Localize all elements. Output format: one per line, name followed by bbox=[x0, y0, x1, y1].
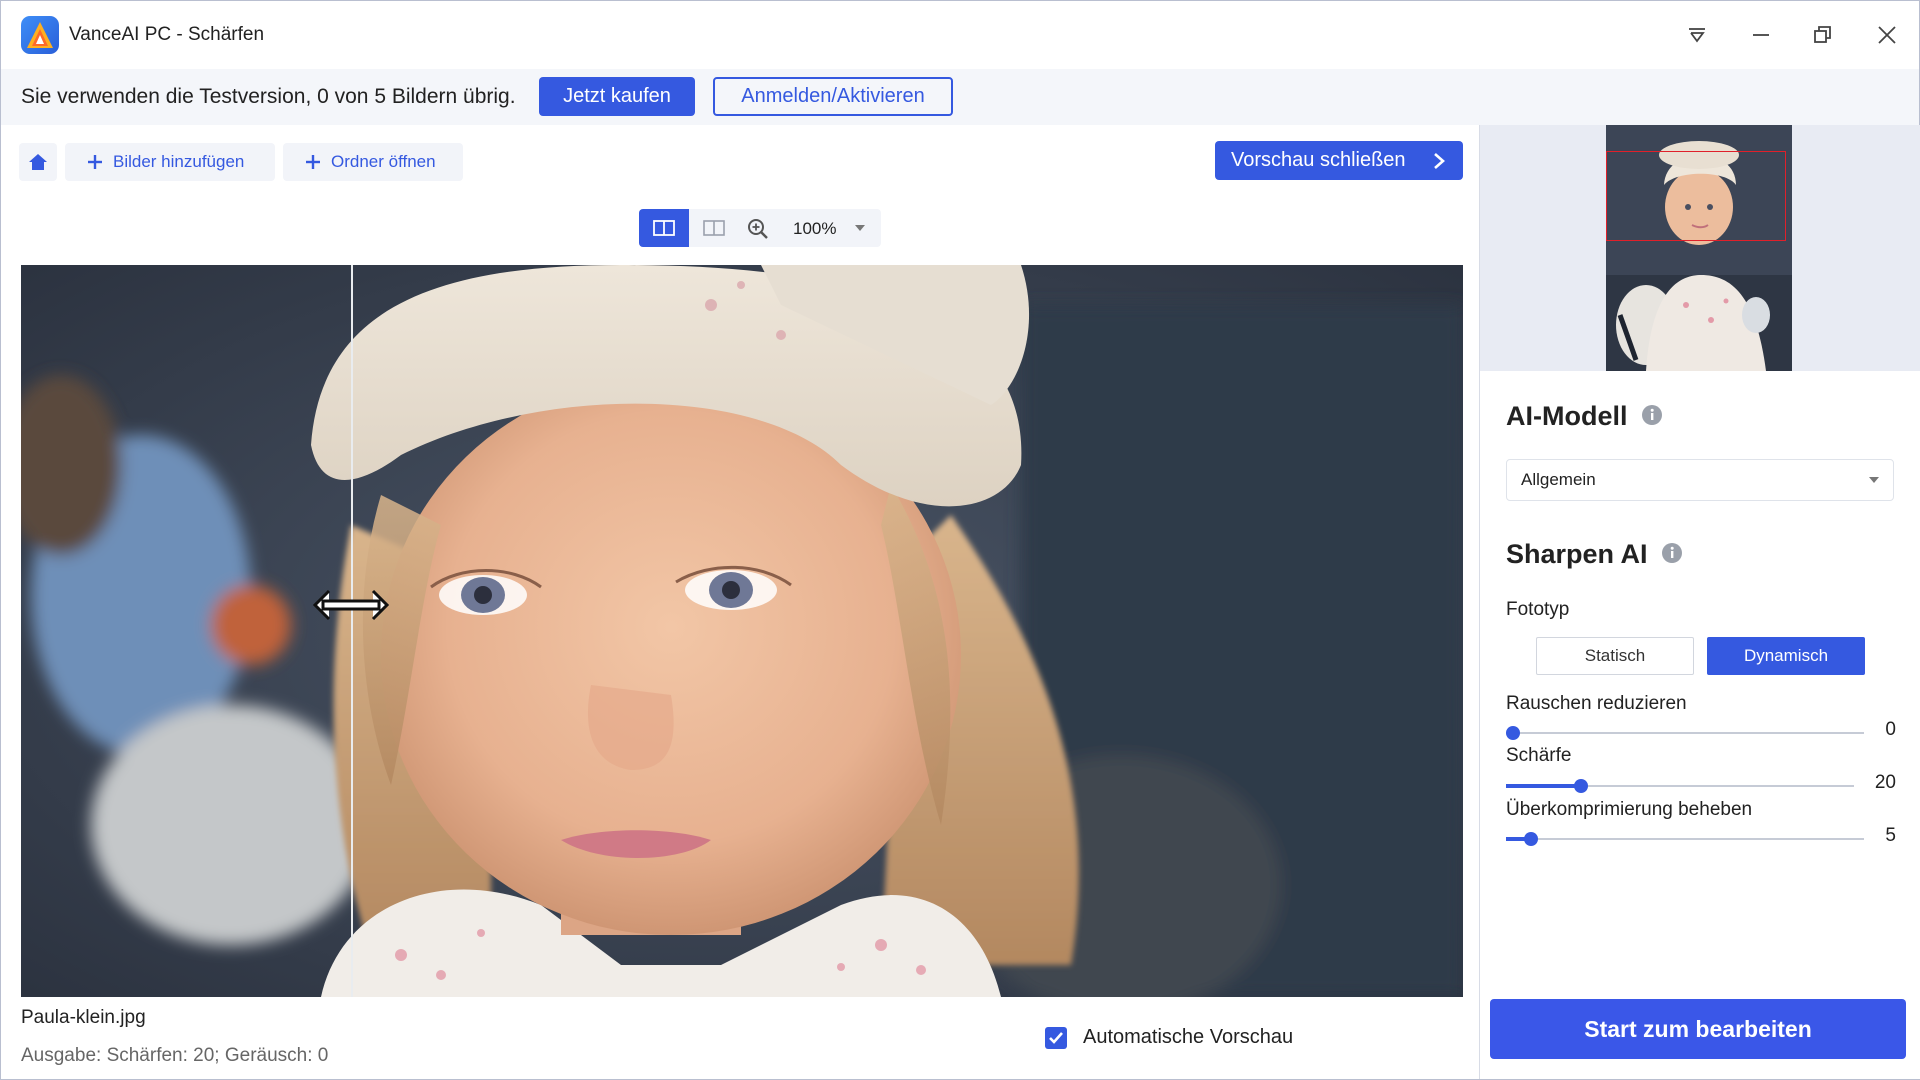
menu-dropdown-icon[interactable] bbox=[1679, 19, 1715, 51]
preview-frame-indicator[interactable] bbox=[1606, 151, 1786, 241]
view-toolbar: 100% bbox=[639, 209, 881, 247]
app-logo-icon bbox=[21, 16, 59, 54]
slider-knob[interactable] bbox=[1574, 779, 1588, 793]
sharpness-value: 20 bbox=[1874, 772, 1896, 793]
zoom-in-icon[interactable] bbox=[747, 218, 769, 240]
zoom-control[interactable]: 100% bbox=[737, 209, 881, 247]
close-icon[interactable] bbox=[1869, 19, 1905, 51]
open-folder-label: Ordner öffnen bbox=[331, 152, 436, 171]
home-icon bbox=[29, 154, 47, 170]
side-by-side-icon bbox=[703, 220, 725, 236]
sharpness-slider[interactable] bbox=[1506, 779, 1854, 793]
caret-down-icon bbox=[1869, 477, 1879, 483]
app-window: VanceAI PC - Schärfen Sie verwenden die … bbox=[0, 0, 1920, 1080]
ai-model-title: AI-Modell bbox=[1506, 401, 1628, 431]
plus-icon bbox=[306, 155, 320, 169]
zoom-level: 100% bbox=[793, 219, 837, 238]
compression-fix-value: 5 bbox=[1885, 825, 1896, 846]
compression-fix-slider[interactable] bbox=[1506, 832, 1864, 846]
check-icon bbox=[1049, 1032, 1063, 1044]
sharpen-ai-title: Sharpen AI bbox=[1506, 539, 1648, 569]
add-images-button[interactable]: Bilder hinzufügen bbox=[65, 143, 275, 181]
compression-fix-label: Überkomprimierung beheben bbox=[1506, 799, 1753, 820]
side-by-side-button[interactable] bbox=[689, 209, 737, 247]
add-images-label: Bilder hinzufügen bbox=[113, 152, 245, 171]
auto-preview-label: Automatische Vorschau bbox=[1083, 1026, 1294, 1048]
ai-model-selected: Allgemein bbox=[1521, 470, 1596, 489]
output-summary: Ausgabe: Schärfen: 20; Geräusch: 0 bbox=[21, 1045, 329, 1066]
info-icon[interactable] bbox=[1642, 405, 1662, 425]
close-preview-label: Vorschau schließen bbox=[1231, 149, 1406, 171]
home-button[interactable] bbox=[19, 143, 57, 181]
split-view-button[interactable] bbox=[639, 209, 689, 247]
split-handle-icon[interactable] bbox=[311, 585, 391, 625]
chevron-right-icon bbox=[1434, 153, 1445, 169]
compare-divider[interactable] bbox=[351, 265, 353, 997]
settings-panel: AI-Modell Allgemein Sharpen AI Fototyp S… bbox=[1479, 125, 1920, 1079]
navigator-thumbnail bbox=[1480, 125, 1920, 371]
photo-type-label: Fototyp bbox=[1506, 599, 1570, 620]
info-icon[interactable] bbox=[1662, 543, 1682, 563]
file-name: Paula-klein.jpg bbox=[21, 1007, 146, 1028]
workspace: Bilder hinzufügen Ordner öffnen Vorschau… bbox=[1, 125, 1477, 1079]
title-bar: VanceAI PC - Schärfen bbox=[1, 1, 1919, 69]
thumbnail-image[interactable] bbox=[1606, 125, 1792, 371]
noise-reduction-value: 0 bbox=[1885, 719, 1896, 740]
child-portrait-photo bbox=[21, 265, 1463, 997]
start-processing-button[interactable]: Start zum bearbeiten bbox=[1490, 999, 1906, 1059]
buy-now-button[interactable]: Jetzt kaufen bbox=[539, 77, 695, 116]
slider-knob[interactable] bbox=[1524, 832, 1538, 846]
trial-notice: Sie verwenden die Testversion, 0 von 5 B… bbox=[21, 85, 516, 108]
plus-icon bbox=[88, 155, 102, 169]
split-view-icon bbox=[653, 220, 675, 236]
noise-reduction-slider[interactable] bbox=[1506, 726, 1864, 740]
minimize-icon[interactable] bbox=[1743, 19, 1779, 51]
photo-type-static-button[interactable]: Statisch bbox=[1536, 637, 1694, 675]
open-folder-button[interactable]: Ordner öffnen bbox=[283, 143, 463, 181]
auto-preview-checkbox[interactable] bbox=[1045, 1027, 1067, 1049]
caret-down-icon[interactable] bbox=[855, 225, 865, 231]
login-activate-button[interactable]: Anmelden/Aktivieren bbox=[713, 77, 953, 116]
image-preview[interactable] bbox=[21, 265, 1463, 997]
photo-type-dynamic-button[interactable]: Dynamisch bbox=[1707, 637, 1865, 675]
window-title: VanceAI PC - Schärfen bbox=[69, 24, 265, 45]
slider-knob[interactable] bbox=[1506, 726, 1520, 740]
trial-bar: Sie verwenden die Testversion, 0 von 5 B… bbox=[1, 69, 1919, 125]
close-preview-button[interactable]: Vorschau schließen bbox=[1215, 141, 1463, 180]
sharpness-label: Schärfe bbox=[1506, 745, 1572, 766]
ai-model-select[interactable]: Allgemein bbox=[1506, 459, 1894, 501]
noise-reduction-label: Rauschen reduzieren bbox=[1506, 693, 1687, 714]
restore-icon[interactable] bbox=[1805, 19, 1841, 51]
